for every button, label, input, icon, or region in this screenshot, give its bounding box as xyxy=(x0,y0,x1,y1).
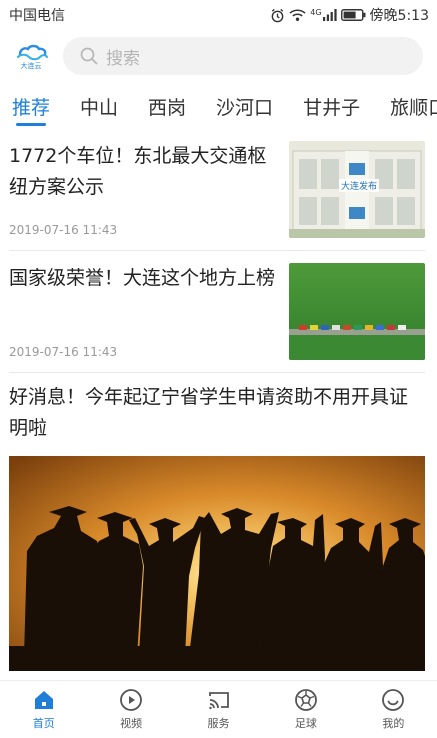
search-input[interactable]: 搜索 xyxy=(63,37,423,75)
bottom-navigation: 首页 视频 服务 足球 我的 xyxy=(0,680,437,738)
news-item[interactable]: 1772个车位！东北最大交通枢纽方案公示 2019-07-16 11:43 大连… xyxy=(9,141,425,251)
news-thumbnail xyxy=(289,263,425,360)
nav-football[interactable]: 足球 xyxy=(262,681,349,738)
news-item[interactable]: 国家级荣誉！大连这个地方上榜 2019-07-16 11:43 xyxy=(9,263,425,373)
news-date: 2019-07-16 11:43 xyxy=(9,223,118,237)
smile-icon xyxy=(382,689,405,711)
nav-service[interactable]: 服务 xyxy=(175,681,262,738)
tab-zhongshan[interactable]: 中山 xyxy=(80,84,118,128)
app-header: 大连云 搜索 xyxy=(0,30,437,82)
carrier-label: 中国电信 xyxy=(9,8,65,24)
tab-recommend[interactable]: 推荐 xyxy=(12,84,50,128)
nav-mine[interactable]: 我的 xyxy=(350,681,437,738)
status-bar: 中国电信 4G 傍晚5:13 xyxy=(0,0,437,30)
search-icon xyxy=(80,47,98,65)
nav-video[interactable]: 视频 xyxy=(87,681,174,738)
logo-text: 大连云 xyxy=(20,62,42,70)
alarm-icon xyxy=(271,8,284,22)
news-title: 国家级荣誉！大连这个地方上榜 xyxy=(9,267,276,289)
tab-lvshunkou[interactable]: 旅顺口 xyxy=(390,84,437,128)
channel-tabs: 推荐 中山 西岗 沙河口 甘井子 旅顺口 xyxy=(0,84,437,128)
signal-icon: 4G xyxy=(310,8,337,21)
play-icon xyxy=(120,689,143,711)
nav-label: 服务 xyxy=(207,717,230,730)
featured-news[interactable]: 好消息！今年起辽宁省学生申请资助不用开具证明啦 xyxy=(9,382,425,672)
nav-label: 我的 xyxy=(382,717,405,730)
clock-time: 傍晚5:13 xyxy=(369,8,429,24)
status-icons: 4G 傍晚5:13 xyxy=(270,5,429,25)
nav-label: 足球 xyxy=(294,717,317,730)
cast-icon xyxy=(208,692,229,710)
news-date: 2019-07-16 11:43 xyxy=(9,345,118,359)
thumb-caption: 大连发布 xyxy=(339,179,380,192)
tab-ganjingzi[interactable]: 甘井子 xyxy=(303,84,360,128)
featured-title: 好消息！今年起辽宁省学生申请资助不用开具证明啦 xyxy=(9,386,409,439)
home-icon xyxy=(34,691,53,709)
news-title: 1772个车位！东北最大交通枢纽方案公示 xyxy=(9,145,267,198)
news-thumbnail: 大连发布 xyxy=(289,141,425,238)
battery-icon xyxy=(340,9,366,21)
nav-label: 视频 xyxy=(120,717,143,730)
network-type: 4G xyxy=(310,8,322,17)
soccer-ball-icon xyxy=(295,689,317,711)
wifi-icon xyxy=(289,9,306,21)
app-logo[interactable]: 大连云 xyxy=(14,39,48,73)
tab-shahekou[interactable]: 沙河口 xyxy=(216,84,273,128)
nav-label: 首页 xyxy=(32,717,55,730)
featured-image xyxy=(9,456,425,671)
search-placeholder: 搜索 xyxy=(106,48,140,69)
nav-home[interactable]: 首页 xyxy=(0,681,87,738)
tab-xigang[interactable]: 西岗 xyxy=(148,84,186,128)
